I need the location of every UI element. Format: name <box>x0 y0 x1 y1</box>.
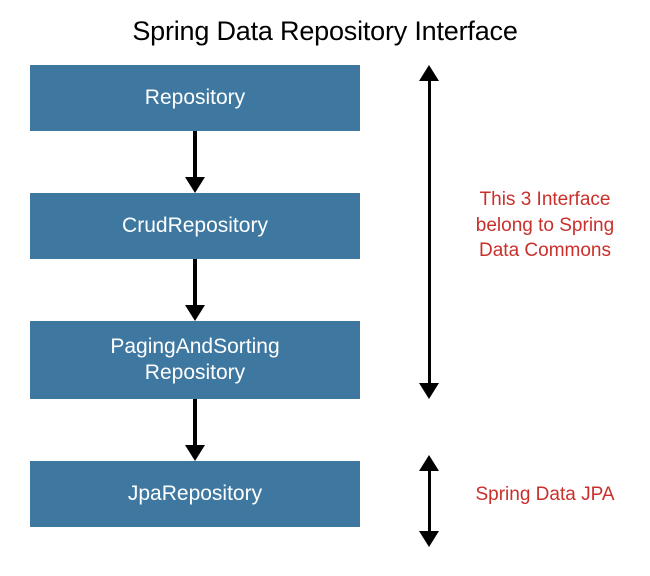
crud-repository-box: CrudRepository <box>30 193 360 259</box>
annotation-data-commons: This 3 Interface belong to Spring Data C… <box>455 187 635 264</box>
bracket-arrow-up-icon <box>419 65 439 81</box>
repository-box: Repository <box>30 65 360 131</box>
annotation-data-jpa: Spring Data JPA <box>455 482 635 508</box>
inheritance-arrow-line <box>193 131 197 177</box>
box-label: JpaRepository <box>128 481 262 507</box>
inheritance-arrow-head <box>185 445 205 461</box>
jpa-repository-box: JpaRepository <box>30 461 360 527</box>
box-label: CrudRepository <box>122 213 268 239</box>
bracket-line <box>428 81 431 383</box>
box-label: Repository <box>145 85 245 111</box>
inheritance-arrow-line <box>193 399 197 445</box>
box-label: PagingAndSortingRepository <box>110 334 279 387</box>
bracket-line <box>428 471 431 531</box>
bracket-arrow-down-icon <box>419 531 439 547</box>
bracket-arrow-up-icon <box>419 455 439 471</box>
hierarchy-diagram: Repository CrudRepository PagingAndSorti… <box>0 57 650 557</box>
bracket-arrow-down-icon <box>419 383 439 399</box>
inheritance-arrow-line <box>193 259 197 305</box>
paging-sorting-repository-box: PagingAndSortingRepository <box>30 321 360 399</box>
inheritance-arrow-head <box>185 177 205 193</box>
inheritance-arrow-head <box>185 305 205 321</box>
page-title: Spring Data Repository Interface <box>0 0 650 57</box>
